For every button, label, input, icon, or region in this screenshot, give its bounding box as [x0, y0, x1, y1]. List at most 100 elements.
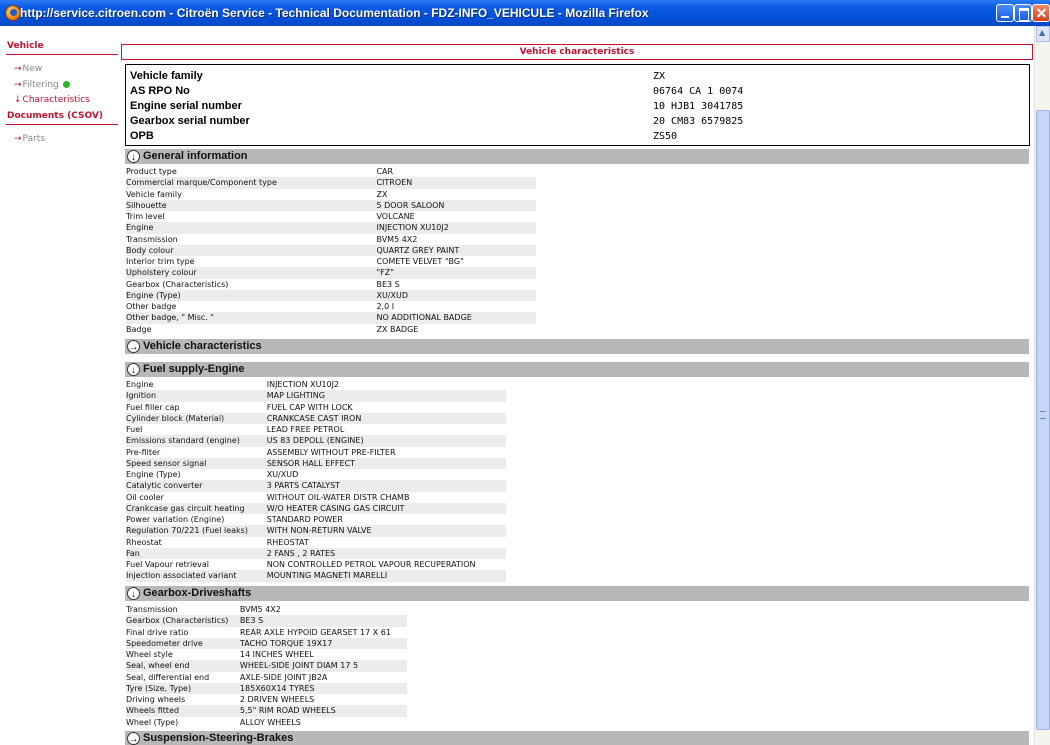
spec-value: STANDARD POWER	[266, 515, 343, 525]
collapse-arrow-icon[interactable]	[127, 150, 140, 165]
table-row: Catalytic converter 3 PARTS CATALYST	[126, 480, 506, 492]
summary-row: AS RPO No 06764 CA 1 0074	[130, 84, 1020, 99]
maximize-button[interactable]	[1014, 4, 1032, 22]
sidebar-item-label: Parts	[22, 134, 46, 144]
spec-value: WITHOUT OIL-WATER DISTR CHAMB	[266, 492, 410, 502]
spec-value: REAR AXLE HYPOID GEARSET 17 X 61	[239, 627, 391, 637]
spec-value: 5 DOOR SALOON	[376, 199, 536, 211]
section-title: Gearbox-Driveshafts	[143, 587, 252, 599]
section-header-vehicle-characteristics[interactable]: Vehicle characteristics	[125, 339, 1029, 355]
sidebar-item-characteristics[interactable]: ↓Characteristics	[14, 95, 90, 105]
summary-key: Gearbox serial number	[130, 115, 250, 127]
spec-label: Ignition	[126, 390, 267, 402]
spec-value: WHEEL-SIDE JOINT DIAM 17 5	[239, 660, 407, 672]
table-row: Engine INJECTION XU10J2	[126, 379, 506, 390]
spec-value: 14 INCHES WHEEL	[239, 650, 314, 660]
spec-label: Vehicle family	[126, 189, 182, 199]
spec-value: COMETE VELVET "BG"	[376, 257, 464, 267]
spec-label: Badge	[126, 324, 152, 334]
summary-key: OPB	[130, 130, 154, 142]
spec-label: Gearbox (Characteristics)	[126, 279, 229, 289]
table-row: Final drive ratio REAR AXLE HYPOID GEARSE…	[126, 627, 407, 638]
vehicle-summary-box: Vehicle family ZX AS RPO No 06764 CA 1 0…	[125, 64, 1030, 146]
collapse-arrow-icon[interactable]	[127, 363, 140, 378]
expand-arrow-icon[interactable]	[127, 732, 140, 745]
spec-label: Injection associated variant	[126, 570, 267, 582]
summary-key: Engine serial number	[130, 100, 242, 112]
close-window-button[interactable]	[1032, 4, 1050, 22]
section-header-gearbox-driveshafts[interactable]: Gearbox-Driveshafts	[125, 586, 1029, 602]
spec-label: Fuel Vapour retrieval	[126, 560, 210, 570]
summary-row: OPB ZS50	[130, 129, 1020, 144]
scroll-up-icon[interactable]	[1036, 26, 1050, 42]
spec-label: Transmission	[126, 605, 178, 615]
scrollbar-thumb[interactable]	[1036, 110, 1050, 730]
spec-label: Fuel	[126, 425, 143, 435]
spec-label: Speedometer drive	[126, 637, 240, 649]
spec-label: Final drive ratio	[126, 627, 189, 637]
spec-value: QUARTZ GREY PAINT	[376, 244, 536, 256]
spec-label: Interior trim type	[126, 257, 195, 267]
summary-value: ZX	[653, 71, 666, 82]
spec-value: US 83 DEPOLL (ENGINE)	[266, 435, 506, 447]
spec-label: Other badge	[126, 302, 177, 312]
section-header-general-information[interactable]: General information	[125, 149, 1029, 165]
summary-row: Engine serial number 10 HJB1 3041785	[130, 99, 1020, 114]
spec-label: Regulation 70/221 (Fuel leaks)	[126, 525, 267, 537]
arrow-right-icon: →	[14, 134, 22, 144]
spec-label: Wheel style	[126, 650, 173, 660]
table-row: Seal, differential end AXLE-SIDE JOINT JB…	[126, 672, 407, 683]
table-row: Tyre (Size, Type) 185X60X14 TYRES	[126, 682, 407, 694]
section-title: Vehicle characteristics	[143, 340, 262, 352]
table-row: Commercial marque/Component type CITROEN	[126, 177, 536, 189]
spec-value: SENSOR HALL EFFECT	[266, 457, 506, 469]
spec-label: Oil cooler	[126, 492, 164, 502]
sidebar-item-label: New	[22, 64, 43, 74]
spec-label: Body colour	[126, 244, 377, 256]
spec-label: Engine	[126, 222, 377, 234]
summary-row: Vehicle family ZX	[130, 69, 1020, 84]
table-row: Trim level VOLCANE	[126, 211, 536, 222]
table-row: Emissions standard (engine) US 83 DEPOLL …	[126, 435, 506, 447]
spec-label: Upholstery colour	[126, 267, 377, 279]
spec-label: Engine (Type)	[126, 470, 181, 480]
table-row: Wheel style 14 INCHES WHEEL	[126, 649, 407, 660]
table-row: Wheel (Type) ALLOY WHEELS	[126, 717, 407, 728]
window-title: http://service.citroen.com - Citroën Ser…	[20, 6, 649, 20]
table-row: Power variation (Engine) STANDARD POWER	[126, 514, 506, 525]
summary-row: Gearbox serial number 20 CM83 6579825	[130, 114, 1020, 129]
sidebar-item-filtering[interactable]: →Filtering	[14, 80, 70, 90]
section-title: Fuel supply-Engine	[143, 363, 245, 375]
sidebar-item-new[interactable]: →New	[14, 64, 42, 74]
table-row: Transmission BVM5 4X2	[126, 604, 407, 615]
table-row: Fuel filler cap FUEL CAP WITH LOCK	[126, 402, 506, 413]
spec-value: 3 PARTS CATALYST	[266, 480, 506, 492]
spec-value: WITH NON-RETURN VALVE	[266, 525, 506, 537]
table-row: Gearbox (Characteristics) BE3 S	[126, 279, 536, 290]
table-row: Other badge, " Misc. " NO ADDITIONAL BADG…	[126, 312, 536, 324]
section-title: General information	[143, 150, 248, 162]
spec-label: Wheel (Type)	[126, 717, 179, 727]
spec-value: INJECTION XU10J2	[376, 222, 536, 234]
summary-value: 20 CM83 6579825	[653, 116, 744, 127]
collapse-arrow-icon[interactable]	[127, 587, 140, 602]
page-title: Vehicle characteristics	[121, 44, 1033, 60]
main-content: Vehicle characteristics Vehicle family Z…	[120, 26, 1034, 745]
table-row: Upholstery colour "FZ"	[126, 267, 536, 279]
table-row: Silhouette 5 DOOR SALOON	[126, 199, 536, 211]
section-header-suspension-steering-brakes[interactable]: Suspension-Steering-Brakes	[125, 731, 1029, 745]
minimize-button[interactable]	[996, 4, 1014, 22]
table-row: Vehicle family ZX	[126, 189, 536, 200]
expand-arrow-icon[interactable]	[127, 340, 140, 355]
sidebar-item-label: Filtering	[22, 80, 59, 90]
table-row: Driving wheels 2 DRIVEN WHEELS	[126, 694, 407, 705]
spec-label: Transmission	[126, 234, 178, 244]
sidebar-item-parts[interactable]: →Parts	[14, 134, 45, 144]
vertical-scrollbar[interactable]	[1034, 26, 1050, 745]
table-row: Speed sensor signal SENSOR HALL EFFECT	[126, 457, 506, 469]
spec-label: Engine	[126, 380, 154, 390]
table-row: Engine (Type) XU/XUD	[126, 469, 506, 480]
spec-value: XU/XUD	[266, 470, 299, 480]
section-header-fuel-supply-engine[interactable]: Fuel supply-Engine	[125, 362, 1029, 378]
table-row: Rheostat RHEOSTAT	[126, 537, 506, 548]
